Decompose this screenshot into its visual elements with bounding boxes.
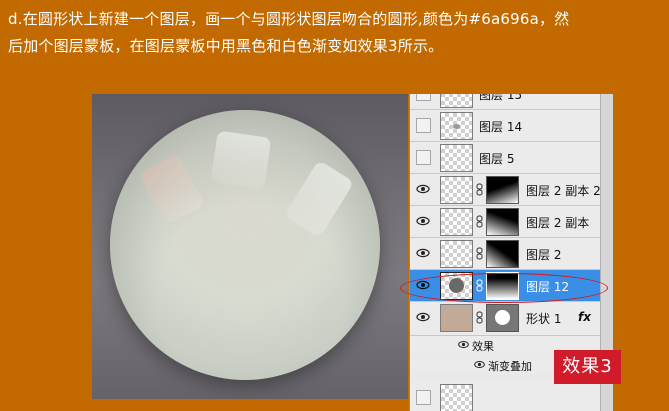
sphere-render	[110, 110, 380, 380]
layer-thumbnail	[440, 94, 473, 108]
layer-name: 图层 2 副本 2	[526, 184, 601, 198]
layer-name: 图层 14	[479, 120, 523, 134]
layer-row[interactable]: 图层 14	[410, 110, 601, 142]
visibility-toggle-off[interactable]	[416, 150, 431, 165]
instruction-line-2: 后加个图层蒙板，在图层蒙板中用黑色和白色渐变如效果3所示。	[8, 37, 444, 55]
highlight-ellipse	[400, 273, 608, 303]
vector-mask-thumbnail[interactable]	[486, 304, 519, 332]
layer-name: 图层 2 副本	[526, 216, 590, 230]
link-icon[interactable]	[476, 311, 483, 324]
eye-icon[interactable]	[416, 183, 430, 195]
layer-row[interactable]: 图层 2 副本 2	[410, 174, 601, 206]
gradient-overlay-label: 渐变叠加	[488, 360, 532, 373]
layer-mask-thumbnail[interactable]	[486, 240, 519, 268]
layer-row[interactable]: 图层 5	[410, 142, 601, 174]
layer-thumbnail	[440, 112, 473, 140]
layer-row[interactable]: 图层 2 副本	[410, 206, 601, 238]
layer-row-partial[interactable]	[410, 382, 601, 411]
layer-row[interactable]: 图层 15	[410, 94, 601, 110]
layer-thumbnail	[440, 144, 473, 172]
eye-icon[interactable]	[416, 247, 430, 259]
layer-row[interactable]: 形状 1 fx	[410, 302, 601, 336]
visibility-toggle-off[interactable]	[416, 390, 431, 405]
instruction-text: d.在圆形状上新建一个图层，画一个与圆形状图层吻合的圆形,颜色为#6a696a，…	[8, 6, 664, 60]
eye-icon[interactable]	[458, 340, 469, 349]
eye-icon[interactable]	[416, 215, 430, 227]
effects-label: 效果	[472, 340, 494, 353]
link-icon[interactable]	[476, 215, 483, 228]
result-badge: 效果3	[554, 350, 621, 384]
layer-name: 图层 15	[479, 94, 523, 102]
eye-icon[interactable]	[416, 311, 430, 323]
layer-name: 形状 1	[526, 312, 562, 326]
layer-thumbnail	[440, 176, 473, 204]
highlight-middle	[210, 130, 272, 190]
link-icon[interactable]	[476, 247, 483, 260]
layer-name: 图层 5	[479, 152, 515, 166]
link-icon[interactable]	[476, 183, 483, 196]
visibility-toggle-off[interactable]	[416, 118, 431, 133]
layer-mask-thumbnail[interactable]	[486, 176, 519, 204]
layer-row[interactable]: 图层 2	[410, 238, 601, 270]
visibility-toggle-off[interactable]	[416, 94, 431, 101]
eye-icon[interactable]	[474, 360, 485, 369]
layer-thumbnail	[440, 384, 473, 411]
layer-name: 图层 2	[526, 248, 562, 262]
document-canvas[interactable]	[92, 94, 408, 399]
layer-mask-thumbnail[interactable]	[486, 208, 519, 236]
fx-icon[interactable]: fx	[578, 310, 591, 324]
layer-thumbnail	[440, 240, 473, 268]
instruction-line-1: d.在圆形状上新建一个图层，画一个与圆形状图层吻合的圆形,颜色为#6a696a，…	[8, 10, 570, 28]
shape-fill-thumbnail	[440, 304, 473, 332]
layer-thumbnail	[440, 208, 473, 236]
